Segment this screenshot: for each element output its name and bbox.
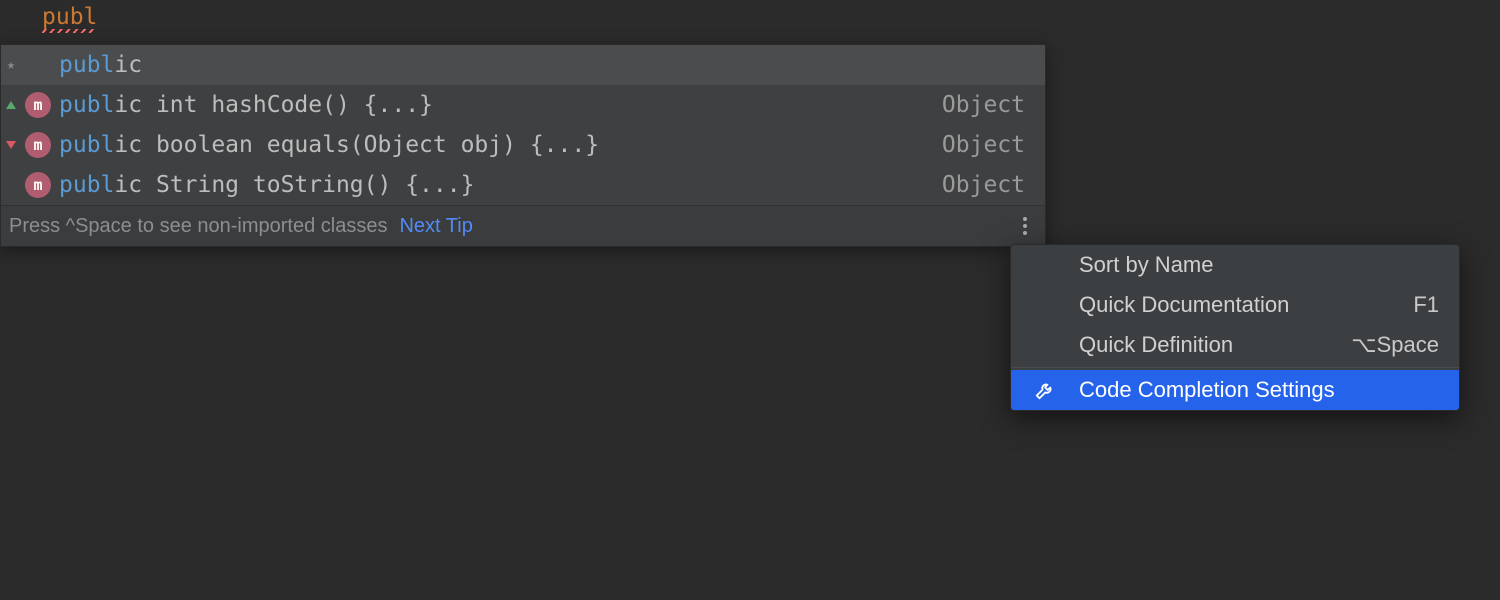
completion-return-type: Object — [942, 172, 1029, 198]
completion-item[interactable]: ★ public — [1, 45, 1045, 85]
method-badge-icon: m — [25, 132, 51, 158]
completion-signature: public String toString() {...} — [59, 172, 934, 198]
completion-signature: public boolean equals(Object obj) {...} — [59, 132, 934, 158]
footer-hint: Press ^Space to see non-imported classes — [9, 215, 387, 238]
completion-context-menu: Sort by NameQuick DocumentationF1Quick D… — [1010, 244, 1460, 411]
more-options-icon[interactable] — [1017, 211, 1033, 241]
method-badge-icon: m — [25, 92, 51, 118]
completion-item[interactable]: m public String toString() {...} Object — [1, 165, 1045, 205]
menu-item[interactable]: Quick Documentation F1 — [1011, 285, 1459, 325]
gutter-marker: ★ — [5, 58, 17, 72]
completion-signature: public — [59, 52, 1017, 78]
gutter-marker — [5, 101, 17, 109]
menu-item-label: Quick Definition — [1079, 332, 1233, 358]
menu-separator — [1011, 367, 1459, 368]
next-tip-link[interactable]: Next Tip — [399, 215, 472, 238]
completion-popup: ★publicmpublic int hashCode() {...}Objec… — [0, 44, 1046, 247]
completion-return-type: Object — [942, 132, 1029, 158]
completion-item[interactable]: m public boolean equals(Object obj) {...}… — [1, 125, 1045, 165]
menu-item-shortcut: F1 — [1413, 292, 1439, 318]
menu-item-label: Code Completion Settings — [1079, 377, 1335, 403]
completion-signature: public int hashCode() {...} — [59, 92, 934, 118]
gutter-marker — [5, 141, 17, 149]
menu-item-label: Quick Documentation — [1079, 292, 1289, 318]
menu-item[interactable]: Sort by Name — [1011, 245, 1459, 285]
editor-line[interactable]: publ — [0, 0, 1500, 36]
completion-footer: Press ^Space to see non-imported classes… — [1, 205, 1045, 246]
menu-item[interactable]: Code Completion Settings — [1011, 370, 1459, 410]
menu-item-label: Sort by Name — [1079, 252, 1214, 278]
completion-item[interactable]: m public int hashCode() {...} Object — [1, 85, 1045, 125]
menu-item-shortcut: ⌥Space — [1351, 332, 1439, 358]
method-badge-icon: m — [25, 172, 51, 198]
wrench-icon — [1034, 379, 1056, 401]
completion-return-type: Object — [942, 92, 1029, 118]
typed-text: publ — [42, 4, 97, 30]
menu-item[interactable]: Quick Definition ⌥Space — [1011, 325, 1459, 365]
